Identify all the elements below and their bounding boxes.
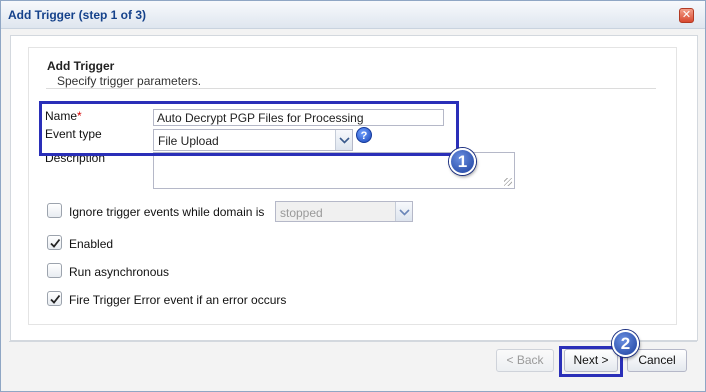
ignore-events-label: Ignore trigger events while domain is xyxy=(69,205,265,219)
header-divider xyxy=(46,88,656,89)
cancel-button[interactable]: Cancel xyxy=(627,349,687,372)
dialog-titlebar[interactable]: Add Trigger (step 1 of 3) ✕ xyxy=(1,1,705,29)
chevron-down-icon xyxy=(395,202,412,221)
annotation-highlight-1 xyxy=(39,101,459,156)
annotation-badge-2: 2 xyxy=(612,330,639,357)
dialog-title: Add Trigger (step 1 of 3) xyxy=(8,8,147,22)
ignore-events-checkbox[interactable] xyxy=(47,203,62,218)
close-icon[interactable]: ✕ xyxy=(679,8,694,23)
fire-error-checkbox[interactable] xyxy=(47,291,62,306)
fire-error-label: Fire Trigger Error event if an error occ… xyxy=(69,293,287,307)
checkmark-icon xyxy=(50,238,61,248)
enabled-label: Enabled xyxy=(69,237,114,251)
checkmark-icon xyxy=(50,294,61,304)
run-async-label: Run asynchronous xyxy=(69,265,170,279)
resize-grip-icon[interactable] xyxy=(504,178,512,186)
footer-divider xyxy=(9,341,697,342)
enabled-checkbox[interactable] xyxy=(47,235,62,250)
back-button: < Back xyxy=(496,349,554,372)
domain-state-value: stopped xyxy=(280,206,323,220)
run-async-checkbox[interactable] xyxy=(47,263,62,278)
step-title: Add Trigger xyxy=(47,59,115,73)
step-subtitle: Specify trigger parameters. xyxy=(57,74,202,88)
annotation-badge-1: 1 xyxy=(449,148,476,175)
domain-state-select: stopped xyxy=(275,201,413,222)
